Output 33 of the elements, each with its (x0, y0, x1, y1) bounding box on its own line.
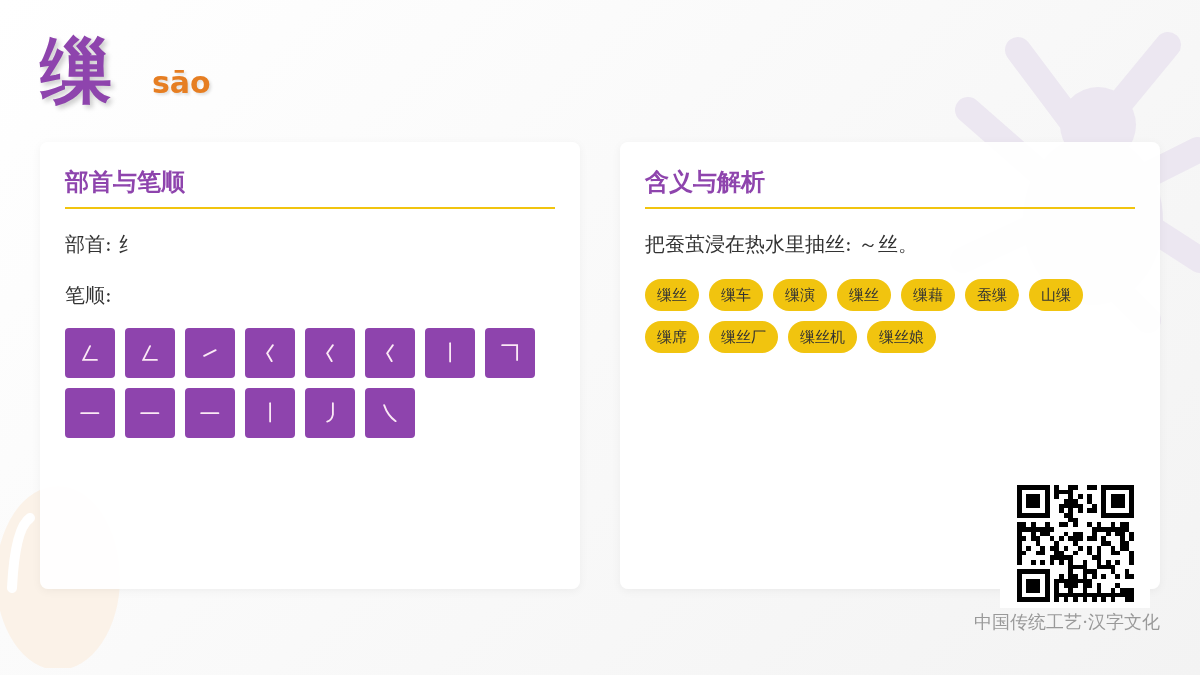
pinyin: sāo (152, 65, 211, 100)
stroke-icon (141, 344, 159, 361)
word-tag: 缫丝 (837, 278, 891, 311)
stroke-icon (268, 402, 272, 424)
stroke-icon (81, 344, 99, 361)
footer-text: 中国传统工艺·汉字文化 (974, 610, 1160, 634)
stroke-icon (200, 411, 220, 414)
definition-text: 把蚕茧浸在热水里抽丝: ～丝。 (645, 230, 920, 257)
radical-text: 部首: 纟 (65, 230, 140, 257)
word-tag: 缫席 (645, 320, 699, 353)
stroke-order-label: 笔顺: (65, 281, 113, 308)
word-tag: 缫丝 (645, 278, 699, 311)
stroke-icon (80, 411, 100, 414)
stroke-icon (501, 344, 519, 362)
hanzi-character: 缫 (40, 34, 112, 106)
stroke-icon (385, 343, 394, 362)
stroke-icon (203, 348, 217, 357)
word-tag: 缫车 (709, 278, 763, 311)
word-tag: 山缫 (1029, 278, 1083, 311)
word-tag: 缫演 (773, 278, 827, 311)
word-tag: 缫丝娘 (867, 320, 936, 353)
stroke-icon (325, 343, 334, 362)
stroke-icon (325, 402, 334, 424)
stroke-icon (448, 342, 452, 364)
card-title: 含义与解析 (645, 168, 1135, 209)
stroke-icon (265, 343, 274, 362)
word-tag: 蚕缫 (965, 278, 1019, 311)
card-title: 部首与笔顺 (65, 168, 555, 209)
stroke-icon (383, 403, 397, 422)
word-tag: 缫丝厂 (709, 320, 778, 353)
word-tag: 缫丝机 (788, 320, 857, 353)
stroke-icon (140, 411, 160, 414)
word-tag: 缫藉 (901, 278, 955, 311)
